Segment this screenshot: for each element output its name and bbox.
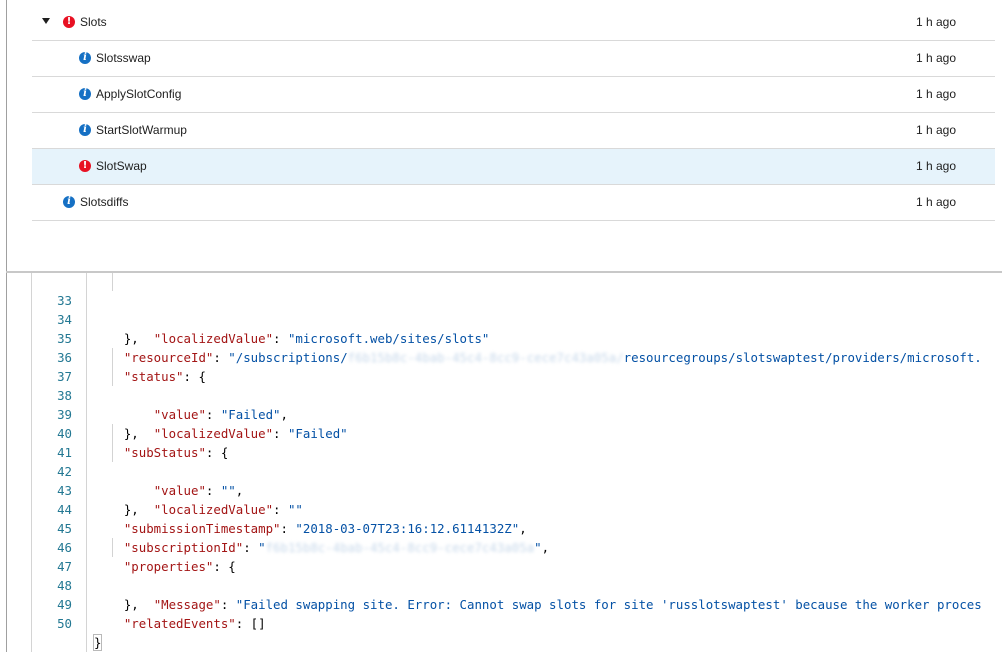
code-line: 38 "localizedValue": "Failed" xyxy=(0,367,1002,441)
line-number: 50 xyxy=(57,616,72,631)
json-code-viewer[interactable]: 33 "localizedValue": "microsoft.web/site… xyxy=(0,273,1002,652)
event-row-applyslotconfig[interactable]: i ApplySlotConfig 1 h ago xyxy=(32,77,995,113)
code-line: 49 "relatedEvents": [] xyxy=(0,576,1002,631)
code-line: 41 "value": "", xyxy=(0,424,1002,498)
event-time: 1 h ago xyxy=(915,123,956,137)
event-name: ApplySlotConfig xyxy=(96,87,182,101)
event-row-slotsswap[interactable]: i Slotsswap 1 h ago xyxy=(32,40,995,77)
code-line: 45 "subscriptionId": "f6b15b8c-4bab-45c4… xyxy=(0,500,1002,555)
event-time: 1 h ago xyxy=(915,87,956,101)
event-name: Slots xyxy=(80,15,107,29)
event-name: SlotSwap xyxy=(96,159,147,173)
json-punctuation: } xyxy=(92,634,103,651)
info-icon: i xyxy=(79,88,91,100)
code-line: 37 "value": "Failed", xyxy=(0,348,1002,422)
code-line: 50 } xyxy=(0,595,1002,651)
code-line: 42 "localizedValue": "" xyxy=(0,443,1002,517)
indent-guide xyxy=(112,443,113,462)
event-row-slotsdiffs[interactable]: i Slotsdiffs 1 h ago xyxy=(32,185,995,221)
event-name: StartSlotWarmup xyxy=(96,123,187,137)
code-line: 43 }, xyxy=(0,462,1002,517)
code-text: "relatedEvents": [] xyxy=(123,616,266,631)
event-row-slots[interactable]: ! Slots 1 h ago xyxy=(32,5,995,41)
code-line: 44 "submissionTimestamp": "2018-03-07T23… xyxy=(0,481,1002,536)
indent-guide xyxy=(112,273,113,291)
event-time: 1 h ago xyxy=(915,51,956,65)
code-line: 39 }, xyxy=(0,386,1002,441)
code-line: 36 "status": { xyxy=(0,329,1002,384)
info-icon: i xyxy=(79,52,91,64)
error-icon: ! xyxy=(63,16,75,28)
events-panel: ! Slots 1 h ago i Slotsswap 1 h ago i Ap… xyxy=(0,0,1002,273)
code-line: 47 "Message": "Failed swapping site. Err… xyxy=(0,538,1002,612)
event-row-startslotwarmup[interactable]: i StartSlotWarmup 1 h ago xyxy=(32,113,995,149)
json-key: "relatedEvents" xyxy=(123,616,236,631)
code-line: 48 }, xyxy=(0,557,1002,612)
indent-guide xyxy=(112,348,113,367)
event-time: 1 h ago xyxy=(915,159,956,173)
code-line: 40 "subStatus": { xyxy=(0,405,1002,460)
collapse-caret-icon[interactable] xyxy=(42,18,50,24)
indent-guide xyxy=(112,424,113,443)
info-icon: i xyxy=(79,124,91,136)
code-text: } xyxy=(92,633,103,652)
code-line: 34 }, xyxy=(0,291,1002,346)
code-line: 35 "resourceId": "/subscriptions/f6b15b8… xyxy=(0,310,1002,365)
panel-border xyxy=(6,0,7,272)
error-icon: ! xyxy=(79,160,91,172)
event-time: 1 h ago xyxy=(915,195,956,209)
json-array: [] xyxy=(250,616,266,631)
info-icon: i xyxy=(63,196,75,208)
code-line: 46 "properties": { xyxy=(0,519,1002,574)
event-time: 1 h ago xyxy=(915,15,956,29)
indent-guide xyxy=(112,538,113,557)
event-name: Slotsdiffs xyxy=(80,195,129,209)
event-row-slotswap[interactable]: ! SlotSwap 1 h ago xyxy=(32,149,995,185)
event-name: Slotsswap xyxy=(96,51,151,65)
code-line: 33 "localizedValue": "microsoft.web/site… xyxy=(0,273,1002,346)
indent-guide xyxy=(112,367,113,386)
